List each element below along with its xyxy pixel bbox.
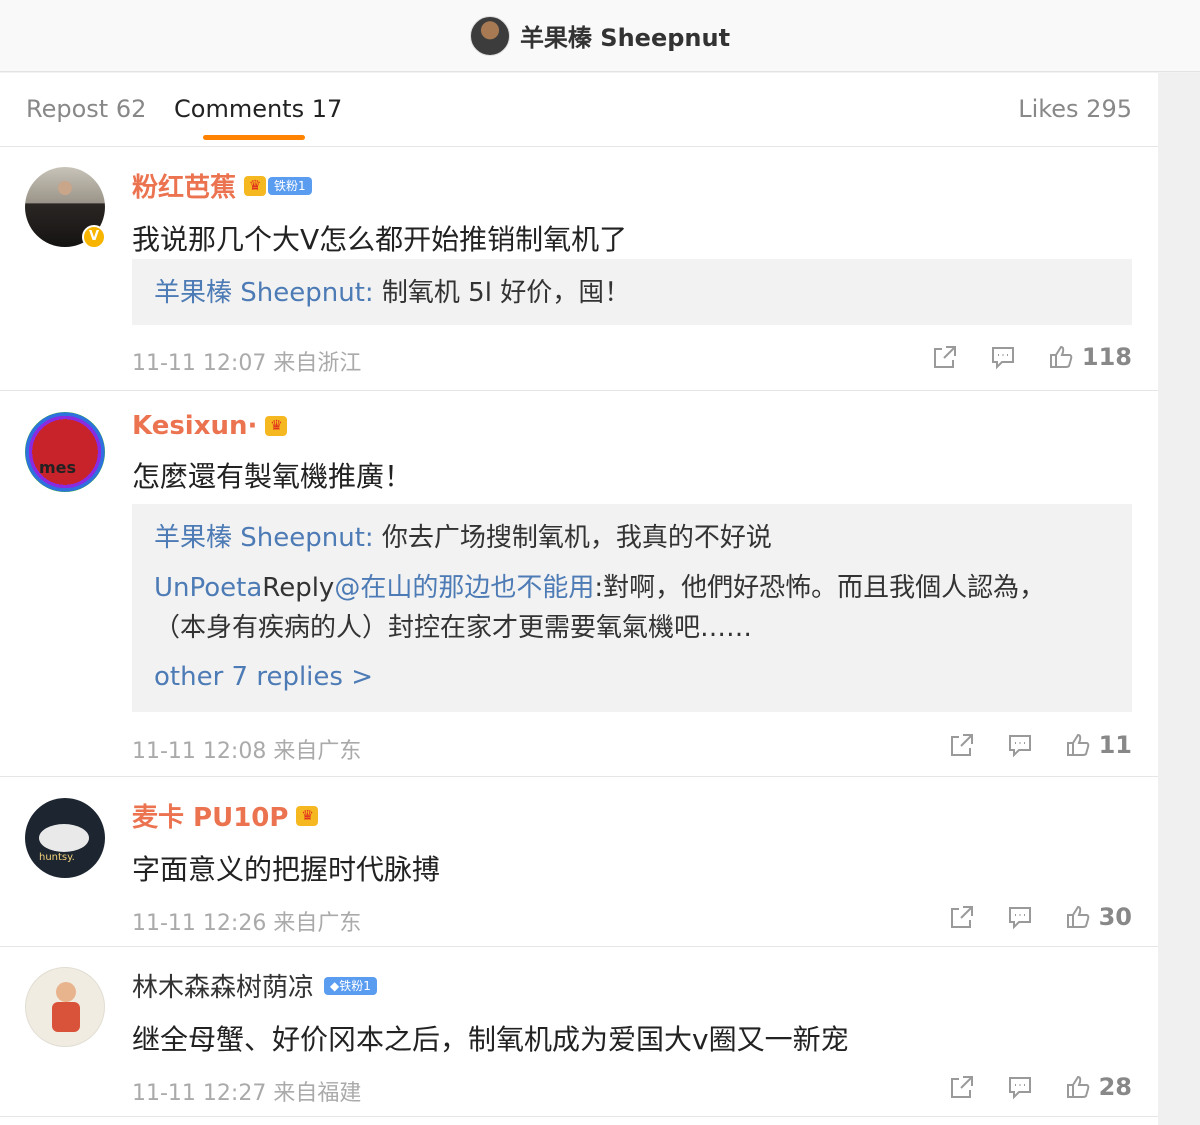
comment-meta: 11-11 12:08 来自广东 11 <box>132 731 1132 765</box>
like-count: 28 <box>1098 1073 1132 1101</box>
comment-meta: 11-11 12:27 来自福建 28 <box>132 1073 1132 1107</box>
comment-body: 麦卡 PU10P ♛ 字面意义的把握时代脉搏 <box>132 797 1132 888</box>
commenter-name[interactable]: 林木森森树荫凉 ◆铁粉1 <box>132 967 1132 1004</box>
share-icon[interactable] <box>932 344 958 370</box>
weibo-comments-page: 羊果榛 Sheepnut Repost 62 Comments 17 Likes… <box>0 0 1200 1125</box>
comment-body: Kesixun· ♛ 怎麼還有製氧機推廣！ <box>132 411 1132 495</box>
reply-text: 制氧机 5l 好价，囤！ <box>373 278 631 308</box>
diamond-icon: ◆ <box>330 978 340 993</box>
reply-author[interactable]: 羊果榛 Sheepnut: <box>154 278 374 308</box>
reply-label: Reply <box>262 573 335 603</box>
more-replies-link[interactable]: other 7 replies > <box>154 662 1110 692</box>
tab-comments[interactable]: Comments 17 <box>174 95 342 123</box>
comment-item: V 粉红芭蕉 ♛ 铁粉1 我说那几个大Ⅴ怎么都开始推销制氧机了 羊果榛 Shee… <box>0 147 1158 391</box>
comment-body: 林木森森树荫凉 ◆铁粉1 继全母蟹、好价冈本之后，制氧机成为爱国大v圈又一新宠 <box>132 967 1132 1058</box>
commenter-avatar[interactable] <box>25 967 105 1047</box>
reply-text: 你去广场搜制氧机，我真的不好说 <box>373 523 772 553</box>
post-header: 羊果榛 Sheepnut <box>0 0 1200 72</box>
comment-icon[interactable] <box>1007 732 1033 758</box>
comment-text: 怎麼還有製氧機推廣！ <box>132 460 413 493</box>
fan-level-label: ◆铁粉1 <box>324 976 377 995</box>
author-name[interactable]: 羊果榛 Sheepnut <box>520 18 730 53</box>
like-icon[interactable] <box>1065 732 1091 758</box>
comment-actions: 11 <box>917 731 1132 759</box>
like-icon[interactable] <box>1048 344 1074 370</box>
reply-line-continued: （本身有疾病的人）封控在家才更需要氧氣機吧…… <box>154 613 753 643</box>
share-icon[interactable] <box>949 904 975 930</box>
fan-badge: ◆铁粉1 <box>322 976 377 996</box>
tab-repost[interactable]: Repost 62 <box>26 95 146 123</box>
commenter-avatar[interactable]: mes <box>25 412 105 492</box>
commenter-name-text: 麦卡 PU10P <box>132 803 289 833</box>
comment-time: 11-11 12:08 来自广东 <box>132 739 362 764</box>
like-count: 11 <box>1098 731 1132 759</box>
comment-icon[interactable] <box>1007 1074 1033 1100</box>
share-icon[interactable] <box>949 732 975 758</box>
avatar-text: huntsy. <box>39 852 75 863</box>
comment-meta: 11-11 12:26 来自广东 30 <box>132 903 1132 937</box>
comment-text: 我说那几个大Ⅴ怎么都开始推销制氧机了 <box>132 223 628 256</box>
comment-body: 粉红芭蕉 ♛ 铁粉1 我说那几个大Ⅴ怎么都开始推销制氧机了 <box>132 167 1132 258</box>
author-avatar[interactable] <box>469 15 510 56</box>
crown-icon: ♛ <box>244 175 267 196</box>
comment-icon[interactable] <box>1007 904 1033 930</box>
reply-author[interactable]: UnPoeta <box>154 573 262 603</box>
fan-level-text: 铁粉1 <box>339 978 371 993</box>
comments-panel: Repost 62 Comments 17 Likes 295 V 粉红芭蕉 ♛… <box>0 73 1158 1125</box>
reply-box[interactable]: 羊果榛 Sheepnut: 制氧机 5l 好价，囤！ <box>132 259 1132 325</box>
crown-icon: ♛ <box>296 805 319 826</box>
reply-text: :對啊，他們好恐怖。而且我個人認為， <box>594 573 1046 603</box>
commenter-name-text: 粉红芭蕉 <box>132 173 237 203</box>
like-count: 30 <box>1098 903 1132 931</box>
share-icon[interactable] <box>949 1074 975 1100</box>
like-count: 118 <box>1081 343 1132 371</box>
tab-bar: Repost 62 Comments 17 Likes 295 <box>0 73 1158 147</box>
avatar-text: mes <box>39 458 77 477</box>
fan-badge: ♛ 铁粉1 <box>244 175 312 196</box>
comment-meta: 11-11 12:07 来自浙江 118 <box>132 343 1132 377</box>
commenter-name[interactable]: 粉红芭蕉 ♛ 铁粉1 <box>132 167 1132 204</box>
comment-text: 字面意义的把握时代脉搏 <box>132 853 441 886</box>
tab-likes[interactable]: Likes 295 <box>1018 95 1132 123</box>
reply-line: 羊果榛 Sheepnut: 你去广场搜制氧机，我真的不好说 <box>154 518 1110 558</box>
comment-actions: 30 <box>917 903 1132 931</box>
commenter-name[interactable]: 麦卡 PU10P ♛ <box>132 797 1132 834</box>
reply-line: 羊果榛 Sheepnut: 制氧机 5l 好价，囤！ <box>154 273 1110 313</box>
verified-badge-icon: V <box>82 225 106 249</box>
reply-line: UnPoetaReply@在山的那边也不能用:對啊，他們好恐怖。而且我個人認為， <box>154 568 1110 608</box>
commenter-name-text: Kesixun· <box>132 411 258 441</box>
crown-icon: ♛ <box>265 416 288 436</box>
like-icon[interactable] <box>1065 904 1091 930</box>
comment-time: 11-11 12:07 来自浙江 <box>132 351 362 376</box>
comment-item: mes Kesixun· ♛ 怎麼還有製氧機推廣！ 羊果榛 Sheepnut: … <box>0 391 1158 777</box>
reply-author[interactable]: 羊果榛 Sheepnut: <box>154 523 374 553</box>
commenter-name-text: 林木森森树荫凉 <box>132 973 315 1003</box>
reply-box[interactable]: 羊果榛 Sheepnut: 你去广场搜制氧机，我真的不好说 UnPoetaRep… <box>132 504 1132 712</box>
mention-link[interactable]: @在山的那边也不能用 <box>334 573 594 603</box>
comment-actions: 28 <box>917 1073 1132 1101</box>
member-badge: ♛ <box>296 805 319 826</box>
comment-actions: 118 <box>900 343 1132 371</box>
member-badge: ♛ <box>265 416 288 436</box>
commenter-name[interactable]: Kesixun· ♛ <box>132 411 1132 441</box>
commenter-avatar[interactable]: huntsy. <box>25 798 105 878</box>
comment-time: 11-11 12:26 来自广东 <box>132 911 362 936</box>
comment-time: 11-11 12:27 来自福建 <box>132 1081 362 1106</box>
like-icon[interactable] <box>1065 1074 1091 1100</box>
fan-level-label: 铁粉1 <box>268 176 312 195</box>
side-gutter <box>1158 73 1200 1125</box>
active-tab-indicator <box>203 135 305 140</box>
comment-text: 继全母蟹、好价冈本之后，制氧机成为爱国大v圈又一新宠 <box>132 1023 849 1056</box>
comment-item: 林木森森树荫凉 ◆铁粉1 继全母蟹、好价冈本之后，制氧机成为爱国大v圈又一新宠 … <box>0 947 1158 1117</box>
comment-item: huntsy. 麦卡 PU10P ♛ 字面意义的把握时代脉搏 11-11 12:… <box>0 777 1158 947</box>
comment-icon[interactable] <box>990 344 1016 370</box>
